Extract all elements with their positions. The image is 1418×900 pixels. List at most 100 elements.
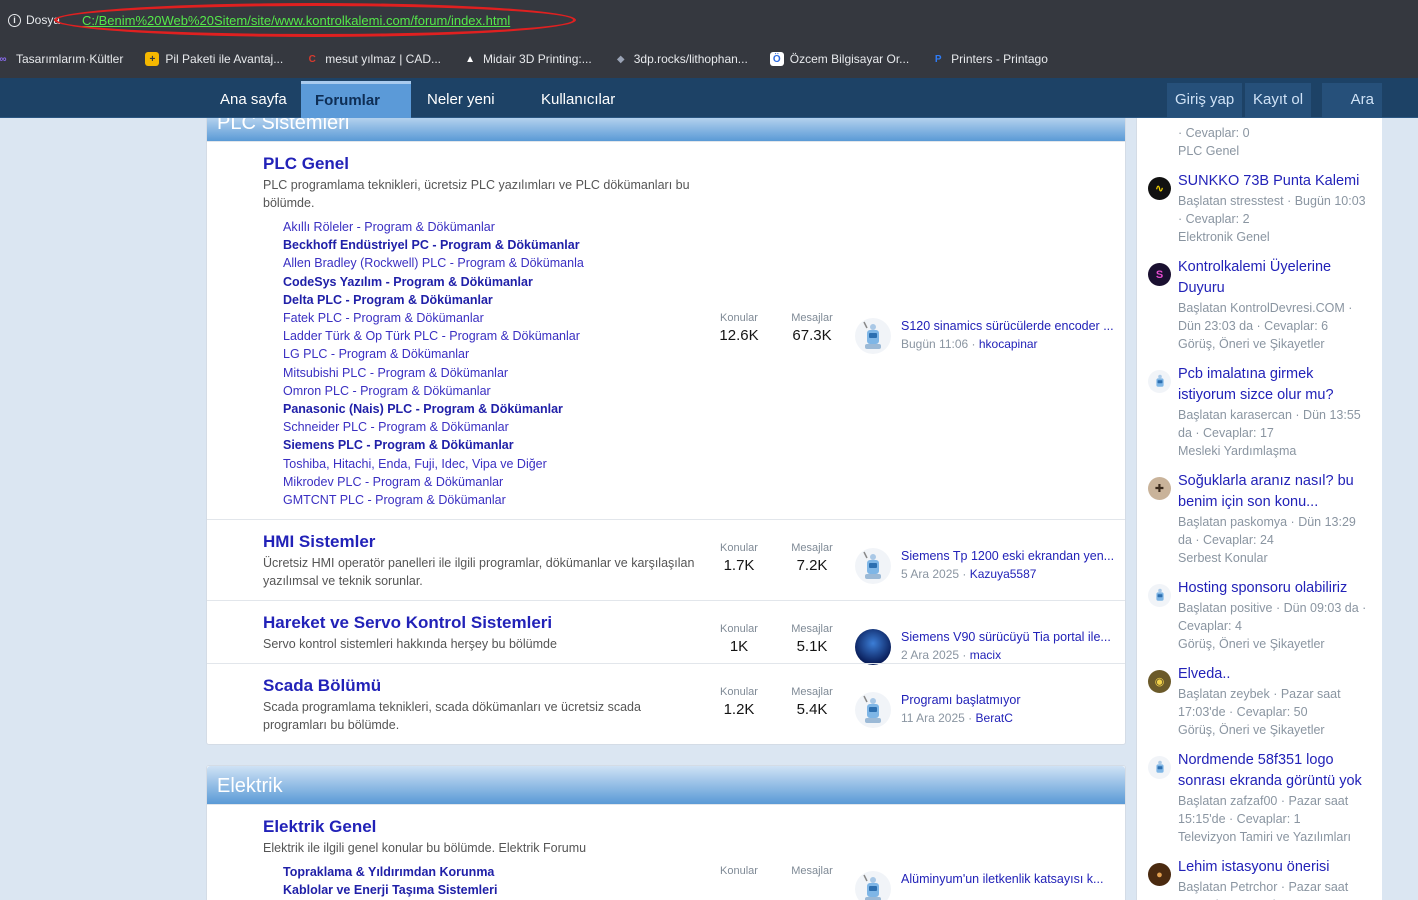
subforum-link[interactable]: GMTCNT PLC - Program & Dökümanlar: [283, 491, 697, 509]
subforum-link[interactable]: Panasonic (Nais) PLC - Program & Döküman…: [283, 400, 697, 418]
subforum-link[interactable]: Mitsubishi PLC - Program & Dökümanlar: [283, 364, 697, 382]
robot-avatar[interactable]: [855, 318, 891, 354]
stat-threads: Konular 1K: [707, 623, 771, 655]
stat-threads-value: 1.7K: [723, 557, 755, 575]
subforum-link[interactable]: Allen Bradley (Rockwell) PLC - Program &…: [283, 254, 697, 272]
robot-avatar[interactable]: [1148, 584, 1171, 607]
subforum-link[interactable]: Beckhoff Endüstriyel PC - Program & Dökü…: [283, 236, 697, 254]
nav-tab-whats-new[interactable]: Neler yeni: [413, 81, 509, 118]
stat-threads-value: 12.6K: [719, 327, 759, 344]
sidebar-thread-title[interactable]: Kontrolkalemi Üyelerine Duyuru: [1178, 259, 1331, 296]
nav-tab-forums[interactable]: Forumlar: [301, 81, 411, 118]
sidebar-thread-title[interactable]: SUNKKO 73B Punta Kalemi: [1178, 173, 1359, 189]
wave-avatar[interactable]: ∿: [1148, 177, 1171, 200]
photo-avatar[interactable]: ●: [1148, 863, 1171, 886]
last-post-meta: 5 Ara 2025 · Kazuya5587: [901, 567, 1114, 581]
stat-messages: Mesajlar 5.1K: [780, 623, 844, 655]
subforum-link[interactable]: CodeSys Yazılım - Program & Dökümanlar: [283, 273, 697, 291]
node-title-link[interactable]: Elektrik Genel: [263, 817, 697, 837]
sidebar-thread-title[interactable]: Elveda..: [1178, 666, 1230, 682]
subforum-list: Topraklama & Yıldırımdan Korunma Kablolar…: [283, 863, 697, 899]
category-title[interactable]: PLC Sistemleri: [207, 118, 1125, 141]
robot-avatar[interactable]: [855, 871, 891, 900]
stat-threads-label: Konular: [720, 312, 758, 324]
last-post-title[interactable]: Siemens Tp 1200 eski ekrandan yen...: [901, 549, 1114, 563]
bookmark-item[interactable]: ▲ Midair 3D Printing:...: [463, 52, 592, 66]
node-title-link[interactable]: Scada Bölümü: [263, 676, 697, 696]
last-post-date: 5 Ara 2025: [901, 567, 960, 582]
register-button[interactable]: Kayıt ol: [1245, 83, 1312, 117]
sidebar-thread-body: Nordmende 58f351 logo sonrası ekranda gö…: [1178, 750, 1372, 846]
sidebar-thread-title[interactable]: Soğuklarla aranız nasıl? bu benim için s…: [1178, 473, 1354, 510]
loop-icon: ∞: [0, 53, 7, 65]
last-post-user[interactable]: BeratC: [976, 711, 1013, 725]
subforum-link[interactable]: LG PLC - Program & Dökümanlar: [283, 345, 697, 363]
bookmark-item[interactable]: ◆ 3dp.rocks/lithophan...: [614, 52, 748, 66]
sidebar-thread-title[interactable]: Nordmende 58f351 logo sonrası ekranda gö…: [1178, 752, 1362, 789]
stat-messages: Mesajlar 7.2K: [780, 542, 844, 574]
subforum-link[interactable]: Akıllı Röleler - Program & Dökümanlar: [283, 218, 697, 236]
category-title[interactable]: Elektrik: [207, 766, 1125, 805]
cross-avatar[interactable]: ✚: [1148, 477, 1171, 500]
robot-avatar[interactable]: [855, 692, 891, 729]
subforum-link[interactable]: Kablolar ve Enerji Taşıma Sistemleri: [283, 881, 697, 899]
bookmark-item[interactable]: Cmesut yılmaz | CAD...: [305, 52, 441, 66]
sidebar-thread-meta: · Cevaplar: 0: [1178, 126, 1250, 140]
subforum-link[interactable]: Toshiba, Hitachi, Enda, Fuji, Idec, Vipa…: [283, 455, 697, 473]
login-button[interactable]: Giriş yap: [1167, 83, 1243, 117]
robot-avatar[interactable]: [1148, 756, 1171, 779]
sidebar-thread-meta: Başlatan Petrchor · Pazar saat 13:09'de …: [1178, 880, 1349, 900]
url-text[interactable]: C:/Benim%20Web%20Sitem/site/www.kontrolk…: [82, 13, 510, 28]
bookmark-item[interactable]: + Pil Paketi ile Avantaj...: [145, 52, 283, 66]
stat-threads: Konular 1.7K: [707, 542, 771, 574]
subforum-link[interactable]: Siemens PLC - Program & Dökümanlar: [283, 436, 697, 454]
sidebar-thread-forum[interactable]: Televizyon Tamiri ve Yazılımları: [1178, 830, 1351, 844]
sidebar-thread-title[interactable]: Hosting sponsoru olabiliriz: [1178, 580, 1347, 596]
last-post-user[interactable]: Kazuya5587: [970, 567, 1037, 581]
search-button[interactable]: Ara: [1322, 83, 1382, 117]
subforum-link[interactable]: Omron PLC - Program & Dökümanlar: [283, 382, 697, 400]
bookmark-item[interactable]: P Printers - Printago: [931, 52, 1048, 66]
latest-threads-sidebar: · Cevaplar: 0 PLC Genel ∿ SUNKKO 73B Punta …: [1136, 118, 1382, 900]
last-post-user[interactable]: hkocapinar: [979, 337, 1038, 351]
nav-tab-home[interactable]: Ana sayfa: [206, 81, 301, 118]
subforum-link[interactable]: Delta PLC - Program & Dökümanlar: [283, 291, 697, 309]
sidebar-thread-forum[interactable]: PLC Genel: [1178, 144, 1239, 158]
sidebar-thread-forum[interactable]: Görüş, Öneri ve Şikayetler: [1178, 337, 1325, 351]
node-title-link[interactable]: Hareket ve Servo Kontrol Sistemleri: [263, 613, 697, 633]
last-post-user[interactable]: macix: [970, 648, 1001, 662]
last-post-title[interactable]: Siemens V90 sürücüyü Tia portal ile...: [901, 630, 1111, 644]
stat-messages-label: Mesajlar: [791, 686, 833, 699]
sidebar-thread-forum[interactable]: Mesleki Yardımlaşma: [1178, 444, 1296, 458]
subforum-link[interactable]: Topraklama & Yıldırımdan Korunma: [283, 863, 697, 881]
robot-avatar[interactable]: [1148, 370, 1171, 393]
bookmark-item[interactable]: Ö Özcem Bilgisayar Or...: [769, 52, 909, 66]
subforum-link[interactable]: Schneider PLC - Program & Dökümanlar: [283, 418, 697, 436]
s-avatar[interactable]: S: [1148, 263, 1171, 286]
face-avatar[interactable]: [855, 629, 891, 666]
subforum-link[interactable]: Fatek PLC - Program & Dökümanlar: [283, 309, 697, 327]
last-post-title[interactable]: Programı başlatmıyor: [901, 693, 1020, 707]
last-post-title[interactable]: S120 sinamics sürücülerde encoder ...: [901, 319, 1114, 333]
node-title-link[interactable]: PLC Genel: [263, 154, 697, 174]
bookmark-item[interactable]: ∞ Tasarımlarım·Kültler: [0, 52, 123, 66]
node-title-link[interactable]: HMI Sistemler: [263, 532, 697, 552]
stat-threads-label: Konular: [720, 686, 758, 699]
subforum-link[interactable]: Ladder Türk & Op Türk PLC - Program & Dö…: [283, 327, 697, 345]
last-post-meta: 2 Ara 2025 · macix: [901, 648, 1111, 662]
sidebar-thread-meta: Başlatan paskomya · Dün 13:29 da · Cevap…: [1178, 515, 1356, 547]
robot-avatar[interactable]: [855, 548, 891, 585]
sidebar-thread: S Kontrolkalemi Üyelerine Duyuru Başlatan …: [1137, 257, 1382, 353]
nav-tab-members[interactable]: Kullanıcılar: [527, 81, 629, 118]
sidebar-thread-forum[interactable]: Görüş, Öneri ve Şikayetler: [1178, 723, 1325, 737]
site-info-chip[interactable]: i Dosya: [8, 13, 60, 27]
sidebar-thread-forum[interactable]: Görüş, Öneri ve Şikayetler: [1178, 637, 1325, 651]
sidebar-thread-forum[interactable]: Serbest Konular: [1178, 551, 1268, 565]
sidebar-thread-title[interactable]: Lehim istasyonu önerisi: [1178, 859, 1330, 875]
last-post-date: Bugün 11:06: [901, 337, 969, 351]
sidebar-thread-title[interactable]: Pcb imalatına girmek istiyorum sizce olu…: [1178, 366, 1334, 403]
owl-avatar[interactable]: ◉: [1148, 670, 1171, 693]
last-post-title[interactable]: Alüminyum'un iletkenlik katsayısı k...: [901, 872, 1103, 886]
subforum-link[interactable]: Mikrodev PLC - Program & Dökümanlar: [283, 473, 697, 491]
sidebar-thread-forum[interactable]: Elektronik Genel: [1178, 230, 1270, 244]
